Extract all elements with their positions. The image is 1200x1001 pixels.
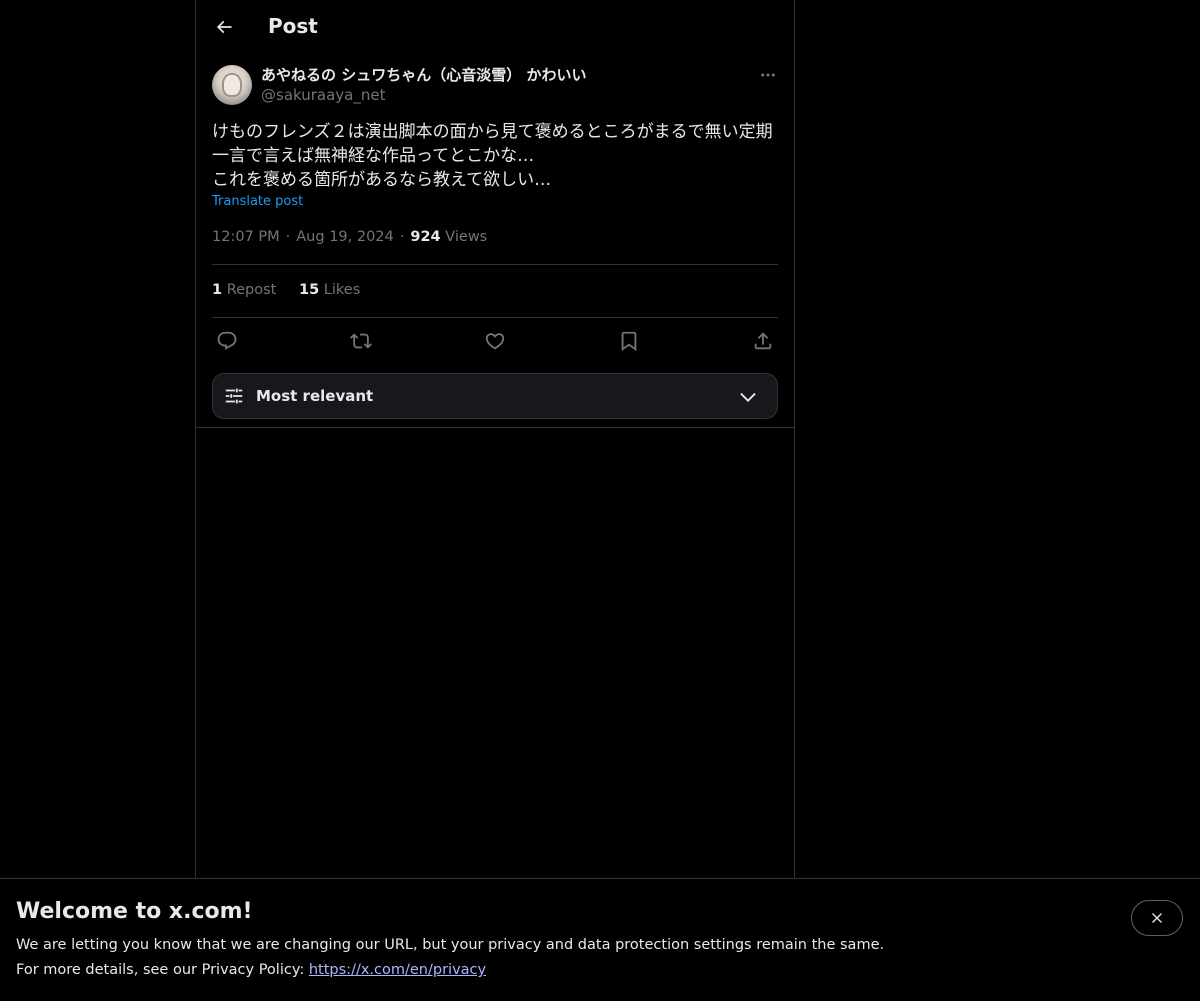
close-icon [1152, 913, 1162, 923]
post-text-line: これを褒める箇所があるなら教えて欲しい… [212, 170, 552, 190]
likes-stat[interactable]: 15 Likes [299, 282, 360, 298]
reply-button[interactable] [214, 328, 240, 354]
translate-post-link[interactable]: Translate post [212, 194, 303, 209]
sliders-icon [225, 388, 243, 404]
views-label: Views [445, 229, 488, 245]
avatar[interactable] [212, 65, 252, 105]
post-text-line: けものフレンズ２は演出脚本の面から見て褒めるところがまるで無い定期 [212, 122, 773, 142]
more-options-button[interactable] [756, 64, 780, 86]
post-column: Post あやねるの シュワちゃん（心音淡雪） かわいい @sakuraaya_… [195, 0, 795, 878]
back-button[interactable] [208, 11, 240, 43]
post-header: Post [196, 0, 794, 54]
share-button[interactable] [750, 328, 776, 354]
page-title: Post [268, 14, 318, 38]
views-count: 924 [410, 229, 441, 245]
banner-privacy-line: For more details, see our Privacy Policy… [16, 962, 487, 978]
post-meta: 12:07 PM · Aug 19, 2024 · 924 Views [212, 229, 488, 245]
author-handle[interactable]: @sakuraaya_net [261, 86, 385, 104]
post-date[interactable]: Aug 19, 2024 [296, 229, 394, 245]
action-bar [212, 328, 778, 354]
heart-icon [485, 333, 505, 350]
bookmark-button[interactable] [616, 328, 642, 354]
reply-icon [217, 331, 237, 350]
bookmark-icon [621, 331, 637, 352]
divider [212, 317, 778, 318]
banner-title: Welcome to x.com! [16, 899, 253, 924]
post-stats: 1 Repost 15 Likes [212, 282, 378, 298]
close-banner-button[interactable] [1131, 900, 1183, 936]
like-button[interactable] [482, 328, 508, 354]
repost-button[interactable] [348, 328, 374, 354]
sort-replies-dropdown[interactable]: Most relevant [212, 373, 778, 419]
post-text: けものフレンズ２は演出脚本の面から見て褒めるところがまるで無い定期 一言で言えば… [212, 120, 780, 192]
divider [196, 427, 794, 428]
author-name[interactable]: あやねるの シュワちゃん（心音淡雪） かわいい [261, 64, 586, 85]
arrow-left-icon [216, 20, 232, 34]
more-icon [761, 73, 775, 77]
share-icon [754, 332, 772, 350]
divider [212, 264, 778, 265]
sort-label: Most relevant [256, 387, 374, 405]
reposts-stat[interactable]: 1 Repost [212, 282, 276, 298]
repost-icon [350, 333, 372, 349]
banner-message: We are letting you know that we are chan… [16, 937, 885, 953]
post-time[interactable]: 12:07 PM [212, 229, 280, 245]
chevron-down-icon [740, 392, 756, 402]
welcome-banner: Welcome to x.com! We are letting you kno… [0, 878, 1200, 1001]
post-text-line: 一言で言えば無神経な作品ってとこかな… [212, 146, 535, 166]
privacy-policy-link[interactable]: https://x.com/en/privacy [309, 962, 486, 978]
